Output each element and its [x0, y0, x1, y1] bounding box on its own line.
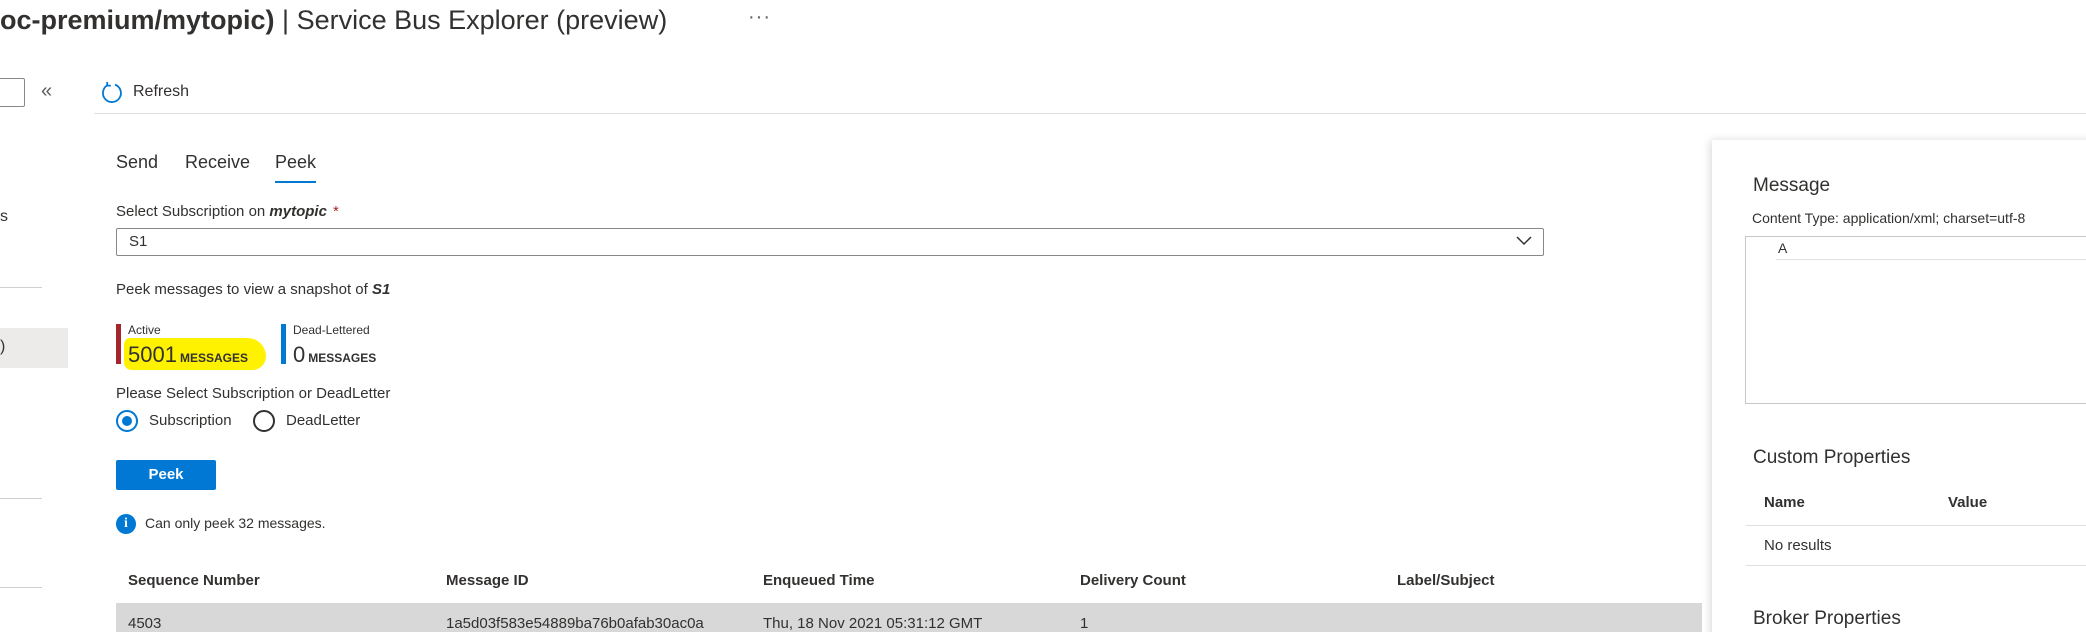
custom-table-divider: [1746, 525, 2086, 526]
broker-properties-title: Broker Properties: [1753, 608, 1901, 629]
snapshot-text-prefix: Peek messages to view a snapshot of: [116, 281, 372, 298]
content-type-text: Content Type: application/xml; charset=u…: [1752, 210, 2026, 226]
custom-column-value: Value: [1948, 494, 1988, 511]
subscription-dropdown-value: S1: [129, 233, 148, 250]
active-indicator-bar: [116, 324, 121, 364]
snapshot-text: Peek messages to view a snapshot of S1: [116, 281, 390, 298]
page-title-name: | Service Bus Explorer (preview): [274, 5, 668, 35]
nav-item-selected-label: ): [0, 338, 6, 355]
active-count-value: 5001: [128, 342, 177, 367]
custom-column-name: Name: [1764, 494, 1805, 511]
info-text: Can only peek 32 messages.: [145, 515, 326, 531]
column-header-sequence-number[interactable]: Sequence Number: [128, 572, 260, 589]
message-section-title: Message: [1753, 175, 1831, 196]
chevron-down-icon: [1516, 236, 1532, 246]
collapse-nav-icon[interactable]: «: [41, 80, 52, 103]
snapshot-target: S1: [371, 281, 391, 298]
dead-letter-indicator-bar: [281, 324, 286, 364]
page-title: oc-premium/mytopic) | Service Bus Explor…: [0, 2, 667, 38]
cell-enqueued-time: Thu, 18 Nov 2021 05:31:12 GMT: [763, 615, 983, 632]
active-count-unit: MESSAGES: [179, 351, 248, 365]
deadletter-radio[interactable]: [253, 410, 275, 432]
tab-send[interactable]: Send: [116, 152, 158, 181]
nav-divider: [0, 587, 42, 588]
column-header-message-id[interactable]: Message ID: [446, 572, 529, 589]
command-bar-divider: [94, 113, 2086, 114]
deadletter-radio-label[interactable]: DeadLetter: [286, 412, 360, 429]
message-body-box[interactable]: [1745, 236, 2086, 404]
refresh-button[interactable]: Refresh: [133, 83, 189, 101]
custom-table-divider: [1746, 565, 2086, 566]
message-body-line: [1776, 259, 2086, 260]
dead-letter-count-title: Dead-Lettered: [293, 323, 370, 337]
column-header-label-subject[interactable]: Label/Subject: [1397, 572, 1495, 589]
subscription-label-text: Select Subscription on: [116, 203, 270, 220]
topic-name: mytopic: [269, 203, 327, 220]
subscription-radio-label[interactable]: Subscription: [149, 412, 232, 429]
peek-button[interactable]: Peek: [116, 460, 216, 490]
nav-search-input[interactable]: [0, 78, 25, 107]
column-header-enqueued-time[interactable]: Enqueued Time: [763, 572, 874, 589]
subscription-label: Select Subscription on mytopic *: [116, 203, 339, 220]
nav-divider: [0, 287, 42, 288]
custom-empty-text: No results: [1764, 537, 1832, 554]
custom-properties-title: Custom Properties: [1753, 447, 1911, 468]
dead-letter-count: 0 MESSAGES: [293, 342, 376, 368]
column-header-delivery-count[interactable]: Delivery Count: [1080, 572, 1186, 589]
required-marker: *: [332, 203, 339, 220]
message-body-text: A: [1778, 240, 1788, 256]
dead-letter-count-unit: MESSAGES: [308, 351, 377, 365]
tab-receive[interactable]: Receive: [185, 152, 250, 181]
subscription-dropdown[interactable]: S1: [116, 228, 1544, 256]
active-count-title: Active: [128, 323, 161, 337]
nav-item-fragment[interactable]: s: [0, 208, 8, 226]
nav-item-selected[interactable]: ): [0, 328, 68, 368]
tab-peek[interactable]: Peek: [275, 152, 317, 183]
cell-delivery-count: 1: [1080, 615, 1089, 632]
active-count: 5001 MESSAGES: [128, 342, 248, 368]
info-icon: i: [116, 514, 136, 534]
mode-label: Please Select Subscription or DeadLetter: [116, 385, 391, 402]
refresh-icon[interactable]: [100, 81, 124, 105]
subscription-radio[interactable]: [116, 410, 138, 432]
dead-letter-count-value: 0: [293, 342, 306, 367]
page-title-resource: oc-premium/mytopic): [0, 5, 275, 35]
cell-message-id: 1a5d03f583e54889ba76b0afab30ac0a: [446, 615, 704, 632]
cell-sequence-number: 4503: [128, 615, 162, 632]
nav-divider: [0, 498, 42, 499]
more-actions-button[interactable]: ···: [748, 6, 771, 29]
